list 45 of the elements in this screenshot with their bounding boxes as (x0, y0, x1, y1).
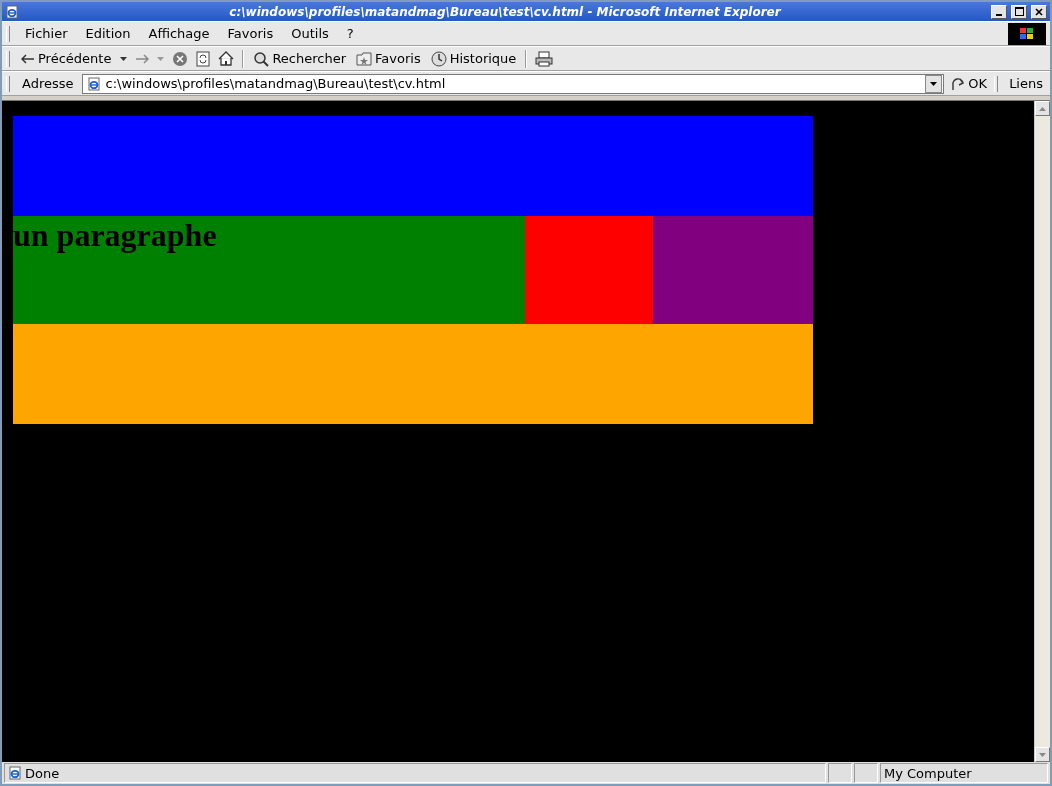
search-icon (253, 50, 270, 67)
menu-item[interactable]: Favoris (220, 24, 281, 43)
menu-item[interactable]: Outils (284, 24, 336, 43)
go-button[interactable]: OK (948, 74, 991, 93)
history-button[interactable]: Historique (427, 48, 520, 69)
search-button[interactable]: Rechercher (250, 48, 350, 69)
paragraph-heading: un paragraphe (13, 216, 218, 254)
menu-item[interactable]: Fichier (18, 24, 75, 43)
up-arrow-icon (1039, 106, 1046, 111)
maximize-button[interactable] (1011, 4, 1027, 19)
back-dropdown[interactable] (118, 54, 130, 63)
minimize-icon (996, 13, 1002, 16)
maximize-icon (1014, 7, 1024, 16)
menu-item[interactable]: Edition (78, 24, 138, 43)
status-text: Done (25, 765, 60, 781)
close-button[interactable] (1031, 4, 1047, 19)
curved-arrow-icon (951, 76, 966, 91)
dropdown-button[interactable] (925, 74, 943, 93)
favorites-button[interactable]: Favoris (353, 49, 424, 68)
star-folder-icon (356, 51, 373, 66)
menu-item[interactable]: ? (339, 24, 361, 43)
close-icon (1035, 7, 1043, 16)
zone-text: My Computer (884, 765, 972, 781)
scroll-down-button[interactable] (1035, 747, 1050, 762)
windows-logo (1008, 22, 1046, 45)
status-pane (828, 763, 852, 783)
page-icon (86, 76, 101, 91)
printer-icon[interactable] (533, 48, 556, 69)
refresh-icon[interactable] (194, 48, 213, 69)
menu-item[interactable]: Affichage (141, 24, 217, 43)
back-button[interactable]: Précédente (18, 49, 115, 68)
status-pane (854, 763, 878, 783)
down-arrow-icon (1039, 752, 1046, 757)
back-arrow-icon (21, 53, 35, 64)
status-page-icon (8, 766, 22, 780)
caret-icon (930, 81, 938, 86)
scrollbar[interactable] (1034, 101, 1050, 762)
app-icon (5, 4, 19, 19)
clock-icon (430, 50, 447, 67)
minimize-button[interactable] (991, 4, 1007, 19)
scroll-up-button[interactable] (1035, 101, 1050, 116)
address-label: Adresse (21, 76, 75, 91)
address-field[interactable]: c:\windows\profiles\matandmag\Bureau\test\cv.html (81, 73, 945, 94)
window-title: c:\windows\profiles\matandmag\Bureau\test\cv.html - Microsoft Internet Explorer (228, 4, 783, 19)
links-button[interactable]: Liens (1006, 74, 1046, 93)
